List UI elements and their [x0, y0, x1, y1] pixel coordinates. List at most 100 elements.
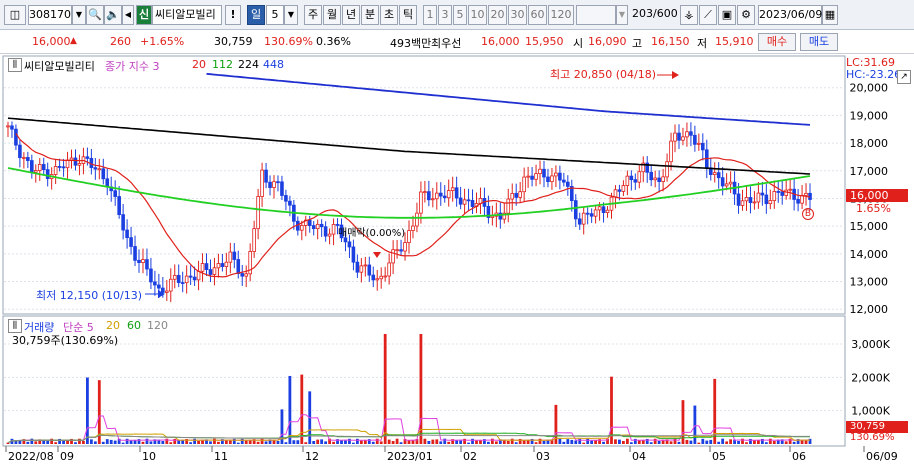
- interval-1-button[interactable]: 1: [423, 5, 437, 25]
- volume-bar: [625, 438, 629, 444]
- sound-icon[interactable]: 🔈: [104, 5, 122, 25]
- candle-body: [65, 159, 70, 169]
- vma-60-legend: 60: [127, 319, 141, 332]
- volume-bar: [105, 439, 109, 444]
- candle-body: [288, 200, 292, 206]
- period-dropdown-icon[interactable]: ▼: [284, 5, 298, 25]
- volume-bar: [240, 438, 244, 444]
- volume-bar: [542, 441, 546, 444]
- chart-area[interactable]: 20,000 19,000 18,000 17,000 16,000 15,000 14,0…: [0, 54, 914, 465]
- price-tick-label: 12,000: [850, 303, 889, 316]
- candle-body: [212, 267, 217, 275]
- volume-bar: [737, 440, 740, 444]
- volume-bar: [614, 439, 617, 444]
- volume-bar: [379, 441, 383, 444]
- search-icon[interactable]: 🔍: [86, 5, 104, 25]
- candle-body: [411, 225, 415, 231]
- volume-bar: [411, 440, 415, 444]
- volume-bar: [85, 377, 89, 444]
- candle-body: [299, 224, 304, 231]
- candle-body: [22, 157, 26, 159]
- price-tick-label: 15,000: [850, 220, 889, 233]
- line-tool-icon[interactable]: ⟋: [699, 5, 717, 25]
- period-second-button[interactable]: 초: [380, 5, 398, 25]
- volume-bar: [443, 438, 447, 444]
- candle-body: [780, 191, 785, 196]
- buy-signal-marker[interactable]: B: [802, 208, 814, 220]
- candle-body: [367, 264, 372, 276]
- code-dropdown-icon[interactable]: ▼: [72, 5, 86, 25]
- candle-body: [470, 200, 475, 207]
- volume-bar: [772, 441, 776, 444]
- interval-10-button[interactable]: 10: [468, 5, 487, 25]
- settings-icon[interactable]: ⚙: [737, 5, 755, 25]
- chart-canvas[interactable]: 20,000 19,000 18,000 17,000 16,000 15,000 14,0…: [0, 54, 914, 465]
- chart-menu-icon[interactable]: ◫: [4, 5, 26, 25]
- stock-code-value: 308170: [29, 8, 71, 21]
- x-tick-label: 2022/08: [8, 450, 54, 463]
- date-input[interactable]: 2023/06/09: [758, 5, 822, 25]
- volume-bar: [427, 440, 431, 444]
- volume-chart-icon[interactable]: ⫼: [8, 319, 22, 333]
- period-month-button[interactable]: 월: [323, 5, 341, 25]
- candle-body: [673, 132, 677, 142]
- interval-20-button[interactable]: 20: [488, 5, 507, 25]
- volume-bar: [566, 439, 570, 444]
- interval-custom-input[interactable]: [576, 5, 616, 25]
- candle-body: [585, 212, 590, 215]
- interval-120-button[interactable]: 120: [548, 5, 574, 25]
- period-minute-button[interactable]: 분: [361, 5, 379, 25]
- period-year-button[interactable]: 년: [342, 5, 360, 25]
- candle-body: [693, 134, 697, 145]
- buy-button[interactable]: 매수: [758, 33, 796, 51]
- stock-name-field[interactable]: 씨티알모빌리: [152, 5, 222, 25]
- candle-body: [712, 172, 717, 175]
- volume-bar: [264, 441, 268, 444]
- candle-body: [14, 128, 18, 146]
- volume-bar: [236, 442, 240, 444]
- bar-count: 203: [632, 7, 653, 20]
- turnover: 0.36%: [316, 35, 351, 48]
- expand-icon[interactable]: ↗: [897, 70, 911, 84]
- candle-body: [427, 191, 431, 201]
- candle-body: [359, 265, 364, 273]
- candle-body: [657, 177, 661, 182]
- volume-bar: [244, 440, 248, 444]
- volume-bar: [475, 440, 478, 444]
- candle-body: [510, 193, 515, 200]
- interval-30-button[interactable]: 30: [508, 5, 527, 25]
- sell-button[interactable]: 매도: [800, 33, 838, 51]
- info-button[interactable]: !: [225, 5, 241, 25]
- candle-body: [716, 172, 721, 179]
- volume-bar: [590, 440, 594, 444]
- period-day-button[interactable]: 일: [247, 5, 265, 25]
- candle-body: [701, 142, 705, 151]
- candle-body: [172, 274, 177, 280]
- volume-bar: [260, 438, 264, 444]
- interval-3-button[interactable]: 3: [438, 5, 452, 25]
- bar-count-display: 203/600: [632, 5, 678, 25]
- candle-type-icon[interactable]: ⚶: [680, 5, 698, 25]
- low-label: 저: [697, 37, 708, 50]
- period-tick-button[interactable]: 틱: [399, 5, 417, 25]
- volume-bar: [788, 438, 792, 444]
- interval-5-button[interactable]: 5: [453, 5, 467, 25]
- volume: 30,759: [214, 35, 253, 48]
- candle-body: [355, 261, 360, 273]
- candle-body: [407, 230, 411, 243]
- chart-type-icon[interactable]: ⫼: [8, 58, 22, 72]
- volume-bar: [558, 438, 562, 444]
- calendar-icon[interactable]: ▦: [822, 5, 838, 25]
- volume-bar: [725, 441, 729, 444]
- stock-code-input[interactable]: 308170: [28, 5, 72, 25]
- interval-dropdown-icon[interactable]: ▼: [616, 5, 628, 25]
- price-tick-label: 17,000: [850, 165, 889, 178]
- period-value-input[interactable]: 5: [266, 5, 284, 25]
- volume-bar: [637, 440, 641, 444]
- period-week-button[interactable]: 주: [304, 5, 322, 25]
- interval-60-button[interactable]: 60: [528, 5, 547, 25]
- candle-body: [319, 223, 324, 228]
- candle-body: [121, 214, 125, 231]
- save-icon[interactable]: ▣: [718, 5, 736, 25]
- arrow-left-icon[interactable]: ◀: [122, 5, 134, 25]
